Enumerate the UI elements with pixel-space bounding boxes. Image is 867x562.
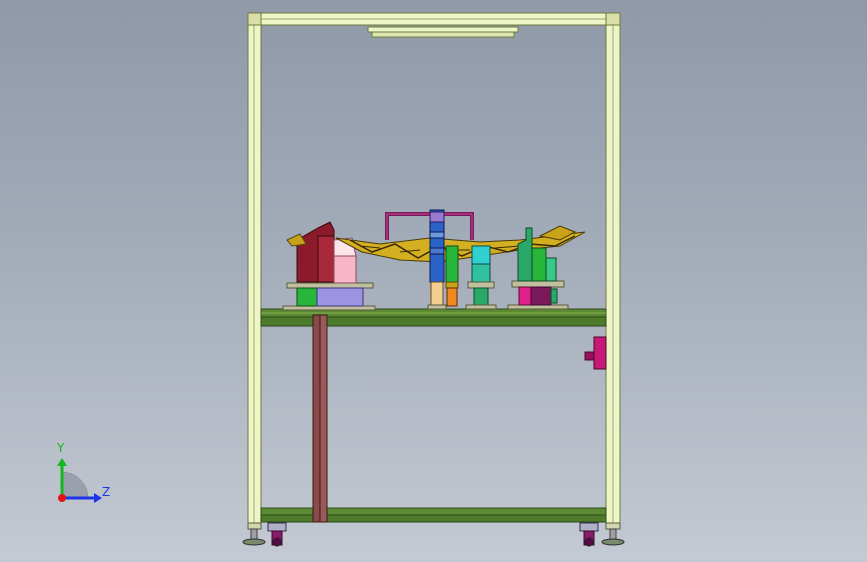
casters-and-feet [242, 522, 625, 547]
light-fixture [367, 26, 519, 38]
triad-y-label: Y [57, 441, 65, 455]
control-box [584, 336, 607, 370]
machine-assembly-model[interactable] [0, 0, 867, 562]
orientation-triad [57, 458, 102, 503]
center-clamp [445, 245, 459, 307]
workpiece-beam [335, 225, 586, 263]
cad-graphics-viewport[interactable]: Y Z [0, 0, 867, 562]
cable-duct [312, 314, 328, 523]
triad-z-label: Z [102, 485, 111, 499]
x-axis-dot [58, 494, 66, 502]
left-fixture [282, 221, 376, 311]
triad-plane-indicator [61, 471, 89, 499]
center-column [427, 209, 447, 310]
